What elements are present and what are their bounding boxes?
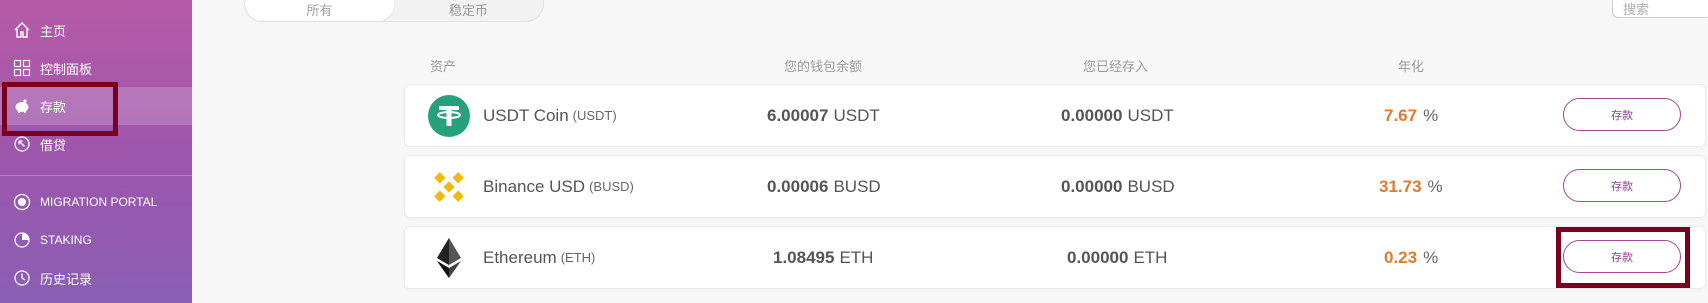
apy-number: 7.67	[1384, 105, 1418, 125]
wallet-amount: 6.00007	[767, 105, 829, 125]
header-wallet-balance: 您的钱包余额	[784, 59, 863, 74]
dashboard-icon	[12, 58, 32, 78]
asset-symbol: (ETH)	[560, 250, 596, 265]
asset-name: Binance USD (BUSD)	[483, 156, 634, 217]
deposited-balance: 0.00000 ETH	[1067, 227, 1167, 288]
sidebar-item-label: STAKING	[40, 233, 92, 247]
table-row[interactable]: USDT Coin (USDT) 6.00007 USDT 0.00000 USDT …	[404, 84, 1706, 147]
sidebar-item-migration-portal[interactable]: MIGRATION PORTAL	[0, 183, 192, 221]
asset-symbol: (BUSD)	[589, 179, 634, 194]
deposited-unit: USDT	[1127, 105, 1174, 125]
sidebar-item-label: 历史记录	[40, 271, 93, 287]
sidebar-item-label: MIGRATION PORTAL	[40, 195, 158, 209]
deposited-amount: 0.00000	[1061, 105, 1123, 125]
sidebar-item-home[interactable]: 主页	[0, 11, 192, 49]
asset-name: USDT Coin (USDT)	[483, 85, 617, 146]
sidebar-item-label: 主页	[40, 23, 67, 39]
pie-chart-icon	[12, 230, 32, 250]
apy-unit: %	[1423, 247, 1439, 267]
wallet-unit: BUSD	[833, 176, 881, 196]
asset-symbol: (USDT)	[572, 108, 617, 123]
tab-stablecoins[interactable]: 稳定币	[394, 0, 543, 21]
ethereum-icon	[427, 236, 471, 280]
asset-name-text: USDT Coin	[483, 105, 569, 125]
deposited-amount: 0.00000	[1061, 176, 1123, 196]
binance-icon	[427, 165, 471, 209]
wallet-unit: ETH	[839, 247, 874, 267]
header-asset: 资产	[430, 59, 457, 74]
sidebar-item-label: 控制面板	[40, 61, 93, 77]
apy-unit: %	[1423, 105, 1439, 125]
deposit-button[interactable]: 存款	[1563, 169, 1681, 202]
apy-value: 7.67%	[1384, 85, 1438, 146]
highlight-box-deposit-nav	[2, 82, 118, 136]
wallet-balance: 6.00007 USDT	[767, 85, 880, 146]
sidebar: 主页 控制面板 存款 借贷 MIGRATION PORTAL STAKING 历…	[0, 0, 192, 303]
apy-value: 0.23%	[1384, 227, 1438, 288]
wallet-balance: 0.00006 BUSD	[767, 156, 881, 217]
tab-all[interactable]: 所有	[245, 0, 394, 21]
apy-unit: %	[1427, 176, 1443, 196]
asset-name-text: Ethereum	[483, 247, 557, 267]
apy-number: 31.73	[1379, 176, 1422, 196]
history-icon	[12, 268, 32, 288]
deposit-button[interactable]: 存款	[1563, 98, 1681, 131]
migration-icon	[12, 192, 32, 212]
wallet-balance: 1.08495 ETH	[773, 227, 873, 288]
search-input[interactable]: 搜索	[1612, 0, 1708, 18]
filter-tabs: 所有 稳定币	[244, 0, 544, 22]
apy-value: 31.73%	[1379, 156, 1443, 217]
table-row[interactable]: Ethereum (ETH) 1.08495 ETH 0.00000 ETH 0.23…	[404, 226, 1706, 289]
deposited-unit: ETH	[1133, 247, 1168, 267]
sidebar-item-staking[interactable]: STAKING	[0, 221, 192, 259]
wallet-unit: USDT	[833, 105, 880, 125]
deposited-amount: 0.00000	[1067, 247, 1129, 267]
header-apy: 年化	[1398, 59, 1425, 74]
sidebar-item-history[interactable]: 历史记录	[0, 259, 192, 297]
deposited-balance: 0.00000 USDT	[1061, 85, 1174, 146]
wallet-amount: 1.08495	[773, 247, 835, 267]
borrow-icon	[12, 134, 32, 154]
sidebar-divider	[0, 175, 192, 176]
highlight-box-eth-deposit	[1556, 227, 1690, 288]
home-icon	[12, 20, 32, 40]
tether-icon	[427, 94, 471, 138]
deposited-balance: 0.00000 BUSD	[1061, 156, 1175, 217]
apy-number: 0.23	[1384, 247, 1418, 267]
asset-name-text: Binance USD	[483, 176, 586, 196]
sidebar-item-label: 借贷	[40, 137, 67, 153]
asset-name: Ethereum (ETH)	[483, 227, 595, 288]
wallet-amount: 0.00006	[767, 176, 829, 196]
header-deposited: 您已经存入	[1083, 59, 1149, 74]
table-row[interactable]: Binance USD (BUSD) 0.00006 BUSD 0.00000 BUS…	[404, 155, 1706, 218]
deposited-unit: BUSD	[1127, 176, 1175, 196]
